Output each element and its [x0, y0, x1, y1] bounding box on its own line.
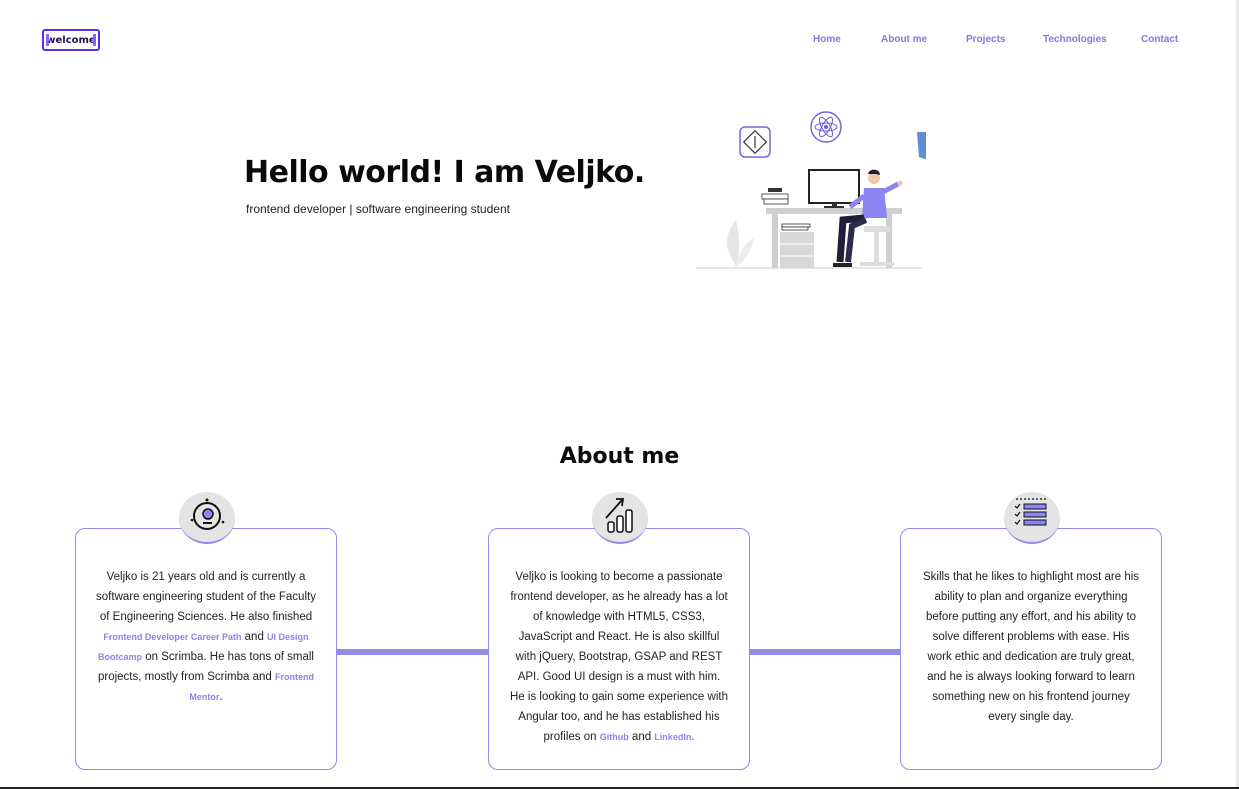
card-text-part: Veljko is 21 years old and is currently …	[96, 571, 316, 623]
card-text-part: .	[691, 731, 695, 743]
react-icon	[810, 111, 842, 143]
linkedin-link[interactable]: LinkedIn	[654, 732, 691, 742]
git-icon	[739, 126, 771, 158]
nav-technologies[interactable]: Technologies	[1043, 34, 1107, 45]
about-card-age: Veljko is 21 years old and is currently …	[75, 528, 337, 770]
checklist-icon	[1004, 492, 1060, 544]
growth-chart-icon	[592, 492, 648, 544]
timeline-connector	[337, 649, 489, 655]
main-nav: Home About me Projects Technologies Cont…	[0, 34, 1239, 48]
github-link[interactable]: Github	[600, 732, 629, 742]
hero-title: Hello world! I am Veljko.	[244, 155, 645, 190]
card-text-part: and	[628, 731, 655, 743]
css3-icon: 3	[917, 132, 944, 161]
timeline-connector	[749, 649, 901, 655]
about-card-text: Veljko is 21 years old and is currently …	[96, 567, 316, 707]
developer-illustration: 3	[696, 108, 944, 273]
card-text-part: .	[219, 691, 223, 703]
hero-subtitle: frontend developer | software engineerin…	[246, 202, 510, 216]
nav-contact[interactable]: Contact	[1141, 34, 1178, 45]
frontend-career-path-link[interactable]: Frontend Developer Career Path	[103, 632, 241, 642]
card-text-part: and	[241, 631, 268, 643]
nav-about-me[interactable]: About me	[881, 34, 927, 45]
about-card-skills: Skills that he likes to highlight most a…	[900, 528, 1162, 770]
about-card-text: Veljko is looking to become a passionate…	[509, 567, 729, 747]
about-card-text: Skills that he likes to highlight most a…	[922, 571, 1140, 723]
person-search-icon	[179, 492, 235, 544]
card-text-part: Veljko is looking to become a passionate…	[510, 571, 728, 743]
about-title: About me	[559, 444, 680, 469]
about-card-goals: Veljko is looking to become a passionate…	[488, 528, 750, 770]
nav-projects[interactable]: Projects	[966, 34, 1005, 45]
nav-home[interactable]: Home	[813, 34, 841, 45]
